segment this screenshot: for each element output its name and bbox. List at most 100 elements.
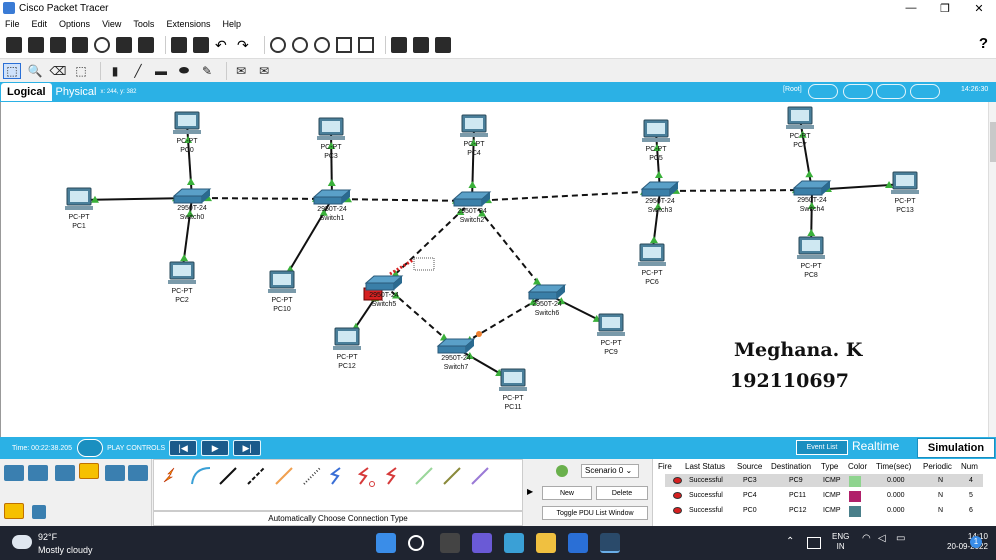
fire-icon[interactable] [673, 507, 682, 514]
set-background-icon[interactable] [910, 84, 940, 99]
mail-icon[interactable] [504, 533, 524, 553]
zoom-in-icon[interactable] [270, 37, 286, 53]
teams-icon[interactable] [472, 533, 492, 553]
note-icon[interactable]: ▮ [106, 63, 124, 79]
root-label[interactable]: [Root] [783, 86, 802, 93]
connections-icon[interactable] [79, 463, 99, 479]
image-icon[interactable] [435, 37, 451, 53]
move-object-icon[interactable] [876, 84, 906, 99]
pc-pc3[interactable] [317, 117, 345, 140]
scenario-info-icon[interactable] [556, 465, 568, 477]
pc-pc13[interactable] [891, 171, 919, 194]
close-button[interactable]: ✕ [962, 0, 996, 16]
copy-icon[interactable] [171, 37, 187, 53]
toggle-pdu-list-button[interactable]: Toggle PDU List Window [542, 506, 648, 520]
cluster-icon[interactable] [413, 37, 429, 53]
maximize-button[interactable]: ❐ [928, 0, 962, 16]
pc-pc10[interactable] [268, 270, 296, 293]
weather-icon[interactable] [12, 535, 32, 549]
zoom-out-icon[interactable] [314, 37, 330, 53]
menu-tools[interactable]: Tools [133, 19, 154, 29]
end-devices-icon[interactable] [28, 465, 48, 481]
ellipse-icon[interactable]: ⬬ [175, 63, 193, 79]
pc-pc8[interactable] [797, 236, 825, 259]
pc-pc1[interactable] [65, 187, 93, 210]
step-back-button[interactable]: |◀ [169, 440, 198, 456]
file-explorer-icon[interactable] [536, 533, 556, 553]
pc-pc0[interactable] [173, 111, 201, 134]
pc-pc5[interactable] [642, 119, 670, 142]
paste-icon[interactable] [193, 37, 209, 53]
store-icon[interactable] [568, 533, 588, 553]
resize-icon[interactable]: ⬚ [72, 63, 90, 79]
tab-logical[interactable]: Logical [1, 83, 52, 101]
pc-pc9[interactable] [597, 313, 625, 336]
switch-switch7[interactable] [436, 338, 476, 354]
menu-options[interactable]: Options [59, 19, 90, 29]
inspect-icon[interactable]: 🔍 [26, 63, 44, 79]
open-folder-icon[interactable] [28, 37, 44, 53]
packet-tracer-taskbar-icon[interactable] [600, 533, 620, 553]
select-icon[interactable]: ⬚ [3, 62, 21, 79]
tab-physical[interactable]: Physical [56, 86, 97, 98]
menu-edit[interactable]: Edit [32, 19, 48, 29]
pc-pc11[interactable] [499, 368, 527, 391]
menu-extensions[interactable]: Extensions [166, 19, 210, 29]
line-icon[interactable]: ╱ [129, 63, 147, 79]
minimize-button[interactable]: — [894, 0, 928, 16]
list-icon[interactable] [391, 37, 407, 53]
realtime-tab[interactable]: Realtime [852, 439, 899, 453]
network-info-icon[interactable] [138, 37, 154, 53]
delete-icon[interactable]: ⌫ [49, 63, 67, 79]
notification-badge[interactable]: 1 [970, 536, 982, 548]
pc-pc7[interactable] [786, 106, 814, 129]
expand-arrow-icon[interactable]: ▶ [527, 487, 533, 496]
new-file-icon[interactable] [6, 37, 22, 53]
task-view-icon[interactable] [440, 533, 460, 553]
miscellaneous-icon[interactable] [105, 465, 125, 481]
menu-view[interactable]: View [102, 19, 121, 29]
new-scenario-button[interactable]: New [542, 486, 592, 500]
back-icon[interactable] [808, 84, 838, 99]
onedrive-icon[interactable] [807, 537, 821, 549]
topology-canvas[interactable]: Meghana. K 192110697 PC-PT PC0 PC-PT PC1 PC-… [0, 102, 988, 437]
pc-pc6[interactable] [638, 243, 666, 266]
battery-icon[interactable]: ▭ [896, 533, 905, 544]
switch-switch2[interactable] [452, 191, 492, 207]
redo-icon[interactable]: ↷ [237, 37, 253, 53]
drawing-palette-icon[interactable] [336, 37, 352, 53]
simple-pdu-icon[interactable]: ✉ [232, 63, 250, 79]
switch-switch4[interactable] [792, 180, 832, 196]
undo-icon[interactable]: ↶ [215, 37, 231, 53]
pc-pc12[interactable] [333, 327, 361, 350]
tray-chevron-icon[interactable]: ⌃ [786, 536, 794, 547]
volume-icon[interactable]: ◁ [878, 533, 886, 544]
zoom-reset-icon[interactable] [292, 37, 308, 53]
fire-icon[interactable] [673, 477, 682, 484]
new-cluster-icon[interactable] [843, 84, 873, 99]
network-devices-icon[interactable] [4, 465, 24, 481]
canvas-scrollbar[interactable] [988, 102, 996, 437]
menu-help[interactable]: Help [222, 19, 241, 29]
rectangle-icon[interactable]: ▬ [152, 63, 170, 79]
wifi-icon[interactable]: ◠ [862, 533, 871, 544]
step-forward-button[interactable]: ▶| [233, 440, 262, 456]
multiuser-icon[interactable] [128, 465, 148, 481]
language-indicator[interactable]: ENG IN [832, 532, 849, 552]
help-icon[interactable]: ? [979, 35, 988, 52]
play-button[interactable]: ▶ [201, 440, 230, 456]
fire-icon[interactable] [673, 492, 682, 499]
save-icon[interactable] [50, 37, 66, 53]
freeform-icon[interactable]: ✎ [198, 63, 216, 79]
print-icon[interactable] [72, 37, 88, 53]
custom-device-icon[interactable] [358, 37, 374, 53]
delete-scenario-button[interactable]: Delete [596, 486, 648, 500]
pc-pc4[interactable] [460, 114, 488, 137]
menu-file[interactable]: File [5, 19, 20, 29]
search-icon[interactable] [408, 535, 424, 551]
switch-switch6[interactable] [527, 284, 567, 300]
switch-switch3[interactable] [640, 181, 680, 197]
connections-subtype-icon[interactable] [4, 503, 24, 519]
grid-icon[interactable] [32, 505, 46, 519]
activity-wizard-icon[interactable] [116, 37, 132, 53]
